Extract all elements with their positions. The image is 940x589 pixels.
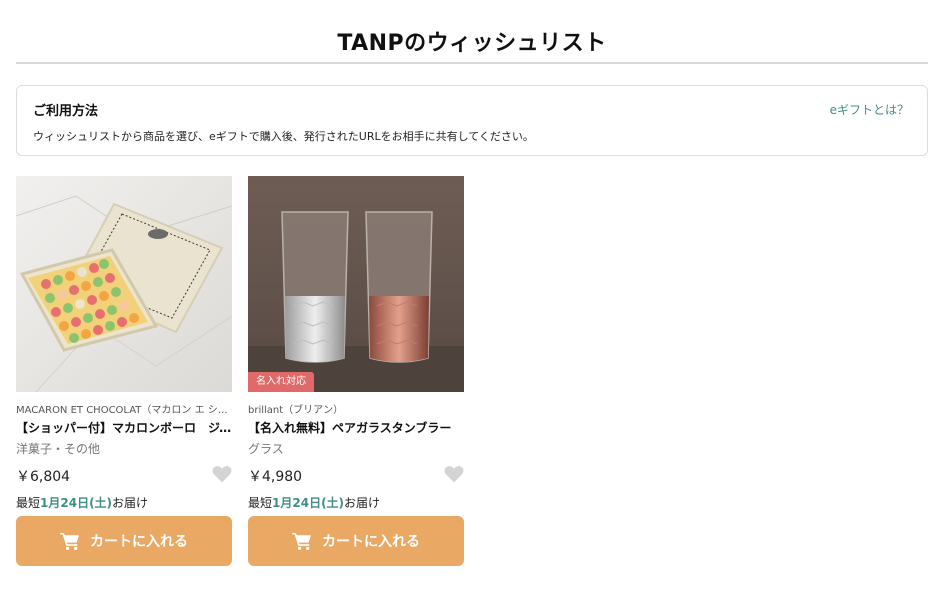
product-image[interactable]	[248, 176, 464, 392]
delivery-prefix: 最短	[16, 496, 41, 510]
delivery-info: 最短1月24日(土)お届け	[248, 494, 380, 511]
cart-icon	[292, 532, 311, 550]
product-category: グラス	[248, 442, 284, 456]
product-brand[interactable]: brillant（ブリアン）	[248, 401, 464, 416]
heart-icon[interactable]	[212, 464, 232, 484]
add-to-cart-button[interactable]: カートに入れる	[248, 516, 464, 566]
page-title: TANPのウィッシュリスト	[16, 28, 928, 64]
product-image[interactable]	[16, 176, 232, 392]
cart-button-label: カートに入れる	[322, 534, 420, 550]
product-brand[interactable]: MACARON ET CHOCOLAT（マカロン エ ショコラ）	[16, 401, 232, 416]
macaron-box-photo	[16, 176, 232, 392]
delivery-suffix: お届け	[344, 496, 381, 510]
howto-heading: ご利用方法	[33, 104, 99, 119]
product-card: 名入れ対応 brillant（ブリアン） 【名入れ無料】ペアガラスタンブラー グ…	[248, 176, 464, 568]
delivery-prefix: 最短	[248, 496, 273, 510]
cart-icon	[60, 532, 79, 550]
delivery-date: 1月24日(土)	[272, 496, 345, 510]
product-price: ￥4,980	[248, 469, 303, 485]
product-price: ￥6,804	[16, 469, 71, 485]
delivery-date: 1月24日(土)	[40, 496, 113, 510]
product-category: 洋菓子・その他	[16, 442, 101, 456]
product-name[interactable]: 【ショッパー付】マカロンボーロ ジュエリーボックス	[16, 419, 232, 436]
howto-description: ウィッシュリストから商品を選び、eギフトで購入後、発行されたURLをお相手に共有…	[33, 130, 534, 143]
cart-button-label: カートに入れる	[90, 534, 188, 550]
add-to-cart-button[interactable]: カートに入れる	[16, 516, 232, 566]
heart-icon[interactable]	[444, 464, 464, 484]
howto-panel: ご利用方法 eギフトとは？ ウィッシュリストから商品を選び、eギフトで購入後、発…	[16, 85, 928, 156]
pair-tumbler-photo	[248, 176, 464, 392]
delivery-info: 最短1月24日(土)お届け	[16, 494, 148, 511]
product-card: MACARON ET CHOCOLAT（マカロン エ ショコラ） 【ショッパー付…	[16, 176, 232, 568]
delivery-suffix: お届け	[112, 496, 149, 510]
engraving-badge: 名入れ対応	[248, 372, 314, 392]
product-name[interactable]: 【名入れ無料】ペアガラスタンブラー	[248, 419, 464, 436]
egift-info-link[interactable]: eギフトとは？	[830, 101, 909, 118]
